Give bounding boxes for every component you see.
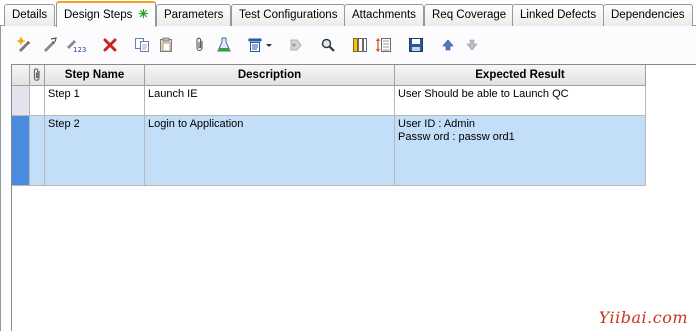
tab-design-steps[interactable]: Design Steps ✳ <box>56 1 157 27</box>
move-down-icon[interactable] <box>461 34 483 56</box>
toolbar: 123 <box>7 32 497 60</box>
toolbar-separator <box>343 35 344 55</box>
save-icon[interactable] <box>405 34 427 56</box>
insert-parameter-icon[interactable] <box>285 34 307 56</box>
paperclip-icon <box>33 68 40 81</box>
tab-parameters[interactable]: Parameters <box>156 4 232 26</box>
toolbar-separator <box>431 35 432 55</box>
paste-icon[interactable] <box>155 34 177 56</box>
svg-text:123: 123 <box>73 46 86 53</box>
tab-label: Parameters <box>164 9 224 21</box>
toolbar-separator <box>311 35 312 55</box>
tab-test-configurations[interactable]: Test Configurations <box>231 4 346 26</box>
expected-result-cell[interactable]: User ID : Admin Passw ord : passw ord1 <box>395 116 646 186</box>
expected-result-column-header[interactable]: Expected Result <box>395 65 646 86</box>
tab-dependencies[interactable]: Dependencies <box>603 4 693 26</box>
description-cell[interactable]: Launch IE <box>145 86 395 116</box>
toolbar-separator <box>93 35 94 55</box>
description-column-header[interactable]: Description <box>145 65 395 86</box>
row-selector-selected[interactable] <box>12 116 30 186</box>
toolbar-separator <box>239 35 240 55</box>
step-name-column-header[interactable]: Step Name <box>45 65 145 86</box>
step-name-cell[interactable]: Step 1 <box>45 86 145 116</box>
select-columns-icon[interactable] <box>349 34 371 56</box>
watermark-logo: Yiibai.com <box>598 308 688 327</box>
adjust-columns-icon[interactable] <box>373 34 395 56</box>
expected-result-cell[interactable]: User Should be able to Launch QC <box>395 86 646 116</box>
tab-req-coverage[interactable]: Req Coverage <box>424 4 515 26</box>
description-cell[interactable]: Login to Application <box>145 116 395 186</box>
copy-icon[interactable] <box>131 34 153 56</box>
tab-label: Req Coverage <box>432 9 507 21</box>
generate-script-icon[interactable] <box>213 34 235 56</box>
tab-label: Dependencies <box>611 9 685 21</box>
attachment-icon[interactable] <box>189 34 211 56</box>
renumber-steps-icon[interactable]: 123 <box>65 34 87 56</box>
design-steps-grid: Step Name Description Expected Result St… <box>11 64 696 331</box>
call-to-test-icon[interactable] <box>245 34 275 56</box>
attachment-cell[interactable] <box>30 116 45 186</box>
tab-label: Test Configurations <box>239 9 338 21</box>
new-step-icon[interactable] <box>13 34 35 56</box>
move-up-icon[interactable] <box>437 34 459 56</box>
tab-details[interactable]: Details <box>4 4 56 26</box>
attachment-cell[interactable] <box>30 86 45 116</box>
find-icon[interactable] <box>317 34 339 56</box>
toolbar-separator <box>125 35 126 55</box>
tab-strip: Details Design Steps ✳ Parameters Test Co… <box>0 0 696 27</box>
delete-icon[interactable] <box>99 34 121 56</box>
edit-step-icon[interactable] <box>39 34 61 56</box>
attachment-column-header[interactable] <box>30 65 45 86</box>
row-selector-header <box>12 65 30 86</box>
toolbar-separator <box>181 35 182 55</box>
toolbar-separator <box>399 35 400 55</box>
tab-label: Linked Defects <box>520 9 597 21</box>
tab-label: Design Steps <box>64 9 133 21</box>
tab-label: Attachments <box>352 9 416 21</box>
tab-label: Details <box>12 9 48 21</box>
tab-attachments[interactable]: Attachments <box>344 4 424 26</box>
tab-linked-defects[interactable]: Linked Defects <box>512 4 605 26</box>
step-name-cell[interactable]: Step 2 <box>45 116 145 186</box>
row-selector[interactable] <box>12 86 30 116</box>
modified-marker-icon: ✳ <box>138 7 149 21</box>
design-steps-panel: 123 Step Name Description Expected Resul… <box>0 26 696 331</box>
